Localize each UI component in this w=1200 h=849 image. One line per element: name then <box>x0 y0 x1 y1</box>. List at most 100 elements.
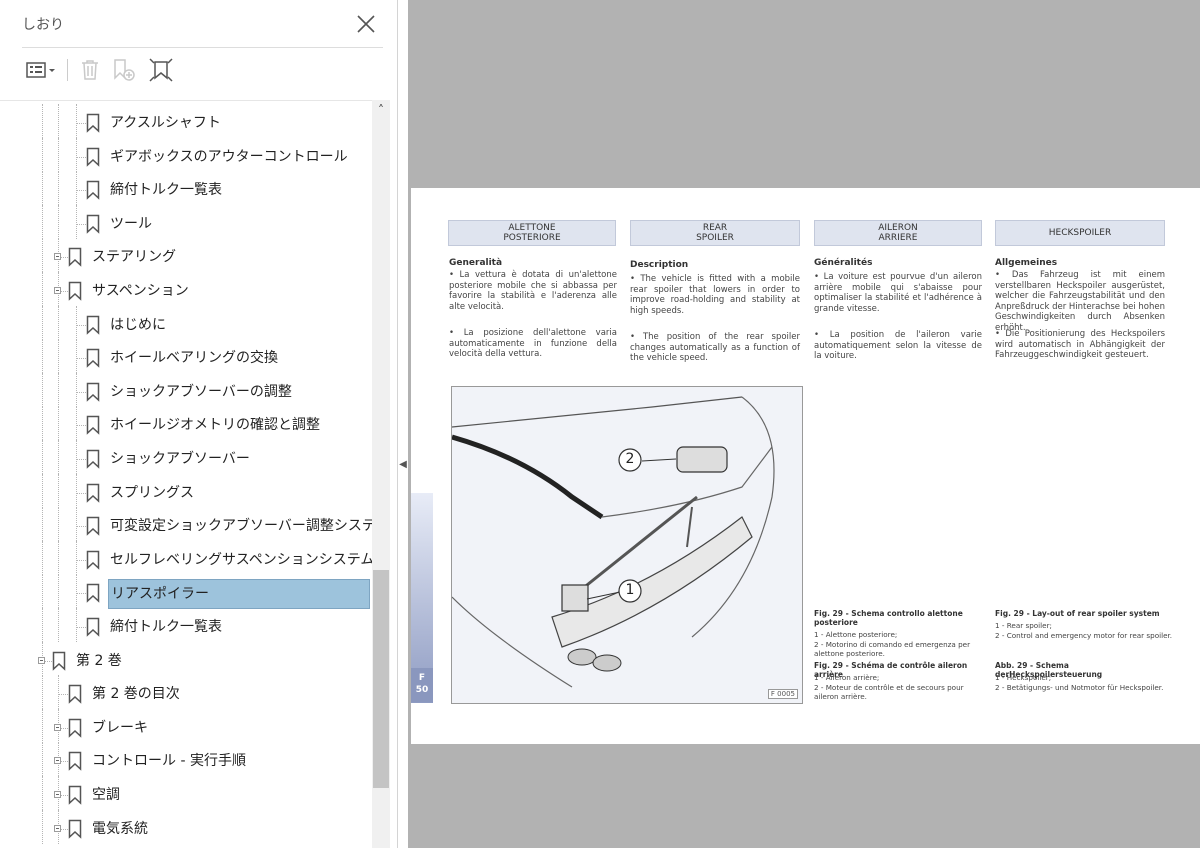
bookmark-label: ホイールベアリングの交換 <box>110 350 278 367</box>
expand-toggle[interactable] <box>54 253 61 261</box>
tree-guide-line <box>58 473 59 508</box>
bookmark-item[interactable]: ギアボックスのアウターコントロール <box>0 137 372 172</box>
bookmark-icon <box>86 180 100 200</box>
caption-fr-line2: 2 - Moteur de contrôle et de secours pou… <box>814 683 964 701</box>
tree-guide-line <box>76 305 77 340</box>
collapse-panel-handle[interactable]: ◀ <box>398 455 408 475</box>
bookmark-icon <box>68 684 82 704</box>
para-it-1: • La vettura è dotata di un'alettone pos… <box>449 270 617 312</box>
expand-toggle[interactable] <box>38 656 45 664</box>
scroll-up-button[interactable]: ˄ <box>372 100 390 118</box>
tree-guide-line <box>58 305 59 340</box>
bookmarks-scrollbar[interactable]: ˄ <box>372 100 390 848</box>
tree-guide-line <box>58 440 59 474</box>
expand-toggle[interactable] <box>54 723 61 731</box>
para-de-1: • Das Fahrzeug ist mit einem verstellbar… <box>995 270 1165 333</box>
bookmark-item[interactable]: リアスポイラー <box>0 574 372 610</box>
expand-toggle[interactable] <box>54 757 61 765</box>
tree-guide-line <box>76 372 77 407</box>
bookmark-item[interactable]: 締付トルク一覧表 <box>0 608 372 642</box>
bookmark-item[interactable]: 電気系統 <box>0 809 372 844</box>
bookmark-item[interactable]: はじめに <box>0 305 372 340</box>
bookmark-item[interactable]: 第 2 巻の目次 <box>0 675 372 710</box>
bookmark-icon <box>86 348 100 368</box>
tree-guide-line <box>58 339 59 374</box>
section-title-fr: Généralités <box>814 258 873 268</box>
tree-guide-line <box>58 675 59 710</box>
bookmark-item[interactable]: 締付トルク一覧表 <box>0 171 372 206</box>
toolbar-divider <box>67 59 68 81</box>
bookmark-item[interactable]: ブレーキ <box>0 708 372 743</box>
tree-connector <box>76 358 86 360</box>
expand-toggle[interactable] <box>54 287 61 294</box>
bookmark-label: セルフレベリングサスペンションシステム <box>110 551 375 568</box>
bookmark-icon <box>86 214 100 234</box>
bookmark-item[interactable]: ホイールジオメトリの確認と調整 <box>0 406 372 441</box>
caption-de-line2: 2 - Betätigungs- und Notmotor für Hecksp… <box>995 683 1164 692</box>
close-panel-button[interactable] <box>354 12 378 36</box>
page-number-tag: F 50 <box>411 668 433 702</box>
expand-toggle[interactable] <box>54 824 61 832</box>
tree-guide-line <box>58 540 59 575</box>
bookmark-item[interactable]: コントロール - 実行手順 <box>0 742 372 777</box>
bookmark-item[interactable]: 第 2 巻 <box>0 641 372 676</box>
bookmark-label: 空調 <box>92 787 120 803</box>
scroll-thumb[interactable] <box>373 570 389 788</box>
caption-en-title: Fig. 29 - Lay-out of rear spoiler system <box>995 609 1160 618</box>
para-en-1: • The vehicle is fitted with a mobile re… <box>630 274 800 316</box>
bookmark-icon <box>86 617 100 637</box>
bookmark-icon <box>68 281 82 301</box>
tree-connector <box>76 627 86 628</box>
new-bookmark-button[interactable] <box>110 56 138 84</box>
delete-bookmark-button[interactable] <box>76 56 104 84</box>
tree-guide-line <box>42 238 43 273</box>
para-fr-1: • La voiture est pourvue d'un aileron ar… <box>814 272 982 314</box>
bookmark-item[interactable]: サスペンション <box>0 272 372 306</box>
tree-guide-line <box>42 776 43 810</box>
tree-guide-line <box>42 104 43 138</box>
bookmark-icon <box>86 113 100 133</box>
tree-guide-line <box>42 440 43 474</box>
bookmark-icon <box>68 248 82 268</box>
bookmark-label: 第 2 巻の目次 <box>92 686 180 703</box>
bookmark-label: ホイールジオメトリの確認と調整 <box>110 417 320 434</box>
tree-guide-line <box>42 574 43 609</box>
tree-guide-line <box>76 540 77 575</box>
bookmark-label: ツール <box>110 215 152 232</box>
bookmark-item[interactable]: セルフレベリングサスペンションシステム <box>0 540 374 575</box>
tree-guide-line <box>58 137 59 172</box>
bookmark-label: 第 2 巻 <box>76 652 122 669</box>
bookmark-label: コントロール - 実行手順 <box>92 753 246 770</box>
header-en: REAR SPOILER <box>630 220 800 246</box>
bookmark-item[interactable]: ショックアブソーバー <box>0 440 372 474</box>
caption-it-line1: 1 - Alettone posteriore; <box>814 630 898 639</box>
header-de: HECKSPOILER <box>995 220 1165 246</box>
bookmark-item[interactable]: ステアリング <box>0 238 372 273</box>
callout-1: 1 <box>625 582 635 598</box>
bookmark-item[interactable]: ショックアブソーバーの調整 <box>0 372 372 407</box>
tree-connector <box>58 694 68 696</box>
bookmark-item[interactable]: 空調 <box>0 776 372 810</box>
tree-connector <box>76 459 86 460</box>
caption-fr-line1: 1 - Aileron arrière; <box>814 673 880 682</box>
expand-current-bookmark-button[interactable] <box>146 56 176 84</box>
tree-guide-line <box>76 507 77 542</box>
bookmark-icon <box>68 785 82 805</box>
options-button[interactable] <box>22 56 60 84</box>
document-viewer[interactable]: ALETTONE POSTERIORE REAR SPOILER AILERON… <box>408 0 1200 848</box>
bookmark-item[interactable]: ツール <box>0 204 372 239</box>
tree-connector <box>76 559 86 561</box>
bookmark-item[interactable]: スプリングス <box>0 473 372 508</box>
expand-toggle[interactable] <box>54 791 61 798</box>
bookmark-item[interactable]: 可変設定ショックアブソーバー調整システム <box>0 507 389 542</box>
bookmark-item[interactable]: ホイールベアリングの交換 <box>0 339 372 374</box>
bookmark-icon <box>86 584 100 604</box>
tree-connector <box>76 492 86 494</box>
bookmark-label: アクスルシャフト <box>110 115 221 131</box>
tree-guide-line <box>76 104 77 138</box>
close-icon <box>357 15 375 33</box>
options-icon <box>26 62 55 78</box>
tree-connector <box>76 425 86 427</box>
tree-connector <box>76 156 86 158</box>
bookmark-item[interactable]: アクスルシャフト <box>0 104 372 138</box>
